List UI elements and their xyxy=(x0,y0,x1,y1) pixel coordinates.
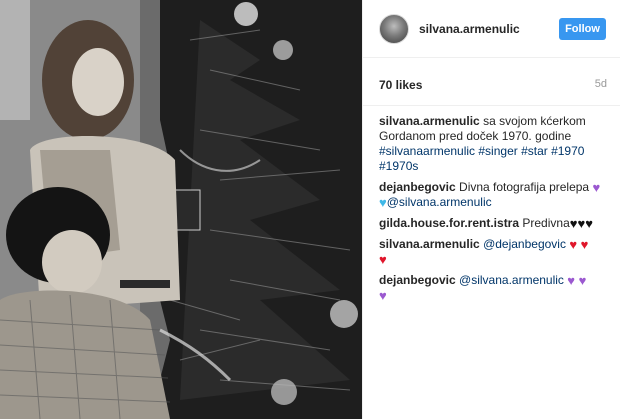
comment-mention[interactable]: @silvana.armenulic xyxy=(387,195,492,209)
comment-item: gilda.house.for.rent.istra Predivna♥♥♥ xyxy=(379,216,609,231)
instagram-post: silvana.armenulic Follow 70 likes 5d sil… xyxy=(0,0,620,419)
caption: silvana.armenulic sa svojom kćerkom Gord… xyxy=(379,114,609,174)
likes-row: 70 likes 5d xyxy=(363,58,620,106)
comment-mention[interactable]: @silvana.armenulic xyxy=(459,273,564,287)
post-timestamp[interactable]: 5d xyxy=(595,78,607,90)
avatar[interactable] xyxy=(379,14,409,44)
comment-username[interactable]: dejanbegovic xyxy=(379,180,456,194)
post-sidebar: silvana.armenulic Follow 70 likes 5d sil… xyxy=(362,0,620,419)
header-username[interactable]: silvana.armenulic xyxy=(419,22,520,36)
comment-item: dejanbegovic @silvana.armenulic ♥ ♥ ♥ xyxy=(379,273,609,303)
likes-count[interactable]: 70 likes xyxy=(379,78,422,92)
comments-list: silvana.armenulic sa svojom kćerkom Gord… xyxy=(379,114,609,309)
comment-mention[interactable]: @dejanbegovic xyxy=(483,237,566,251)
heart-icon: ♥ xyxy=(379,288,387,303)
comment-text: Divna fotografija prelepa xyxy=(459,180,590,194)
caption-hashtags[interactable]: #silvanaarmenulic #singer #star #1970 #1… xyxy=(379,144,584,173)
comment-username[interactable]: gilda.house.for.rent.istra xyxy=(379,216,519,230)
follow-button[interactable]: Follow xyxy=(559,18,606,40)
comment-item: dejanbegovic Divna fotografija prelepa ♥… xyxy=(379,180,609,210)
post-photo[interactable] xyxy=(0,0,362,419)
heart-icon: ♥♥♥ xyxy=(569,216,593,231)
heart-icon: ♥ xyxy=(379,252,387,267)
post-header: silvana.armenulic Follow xyxy=(363,0,620,58)
comment-username[interactable]: dejanbegovic xyxy=(379,273,456,287)
comment-username[interactable]: silvana.armenulic xyxy=(379,237,480,251)
heart-icon: ♥ xyxy=(592,180,601,195)
caption-username[interactable]: silvana.armenulic xyxy=(379,114,480,128)
heart-icon: ♥ ♥ xyxy=(569,237,589,252)
comment-item: silvana.armenulic @dejanbegovic ♥ ♥ ♥ xyxy=(379,237,609,267)
vintage-photo-illustration xyxy=(0,0,362,419)
heart-icon: ♥ ♥ xyxy=(567,273,587,288)
comment-text: Predivna xyxy=(522,216,570,230)
heart-icon: ♥ xyxy=(379,195,387,210)
